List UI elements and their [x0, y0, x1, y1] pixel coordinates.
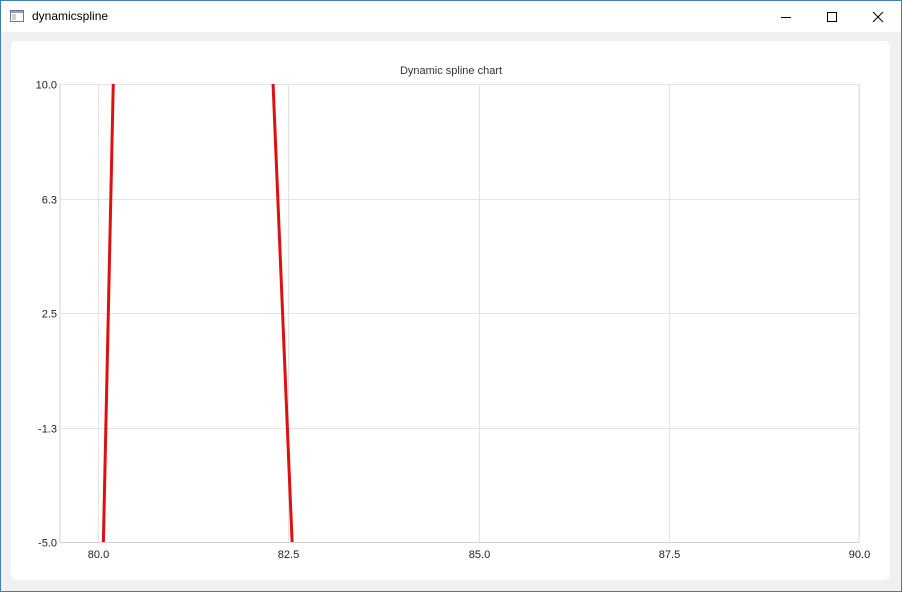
close-button[interactable]	[855, 1, 901, 32]
window-title: dynamicspline	[32, 9, 109, 23]
app-window-icon	[10, 10, 24, 22]
title-bar[interactable]: dynamicspline	[1, 1, 901, 32]
y-tick-label: 6.3	[42, 195, 57, 207]
minimize-icon	[781, 16, 791, 18]
y-tick-label: -1.3	[38, 424, 57, 436]
y-axis-ticks: 10.0 6.3 2.5 -1.3 -5.0	[36, 80, 57, 550]
x-axis-ticks: 80.0 82.5 85.0 87.5 90.0	[88, 549, 870, 561]
app-window: dynamicspline Dynamic spline chart 80.0 8…	[0, 0, 902, 592]
chart-title: Dynamic spline chart	[400, 65, 502, 77]
x-tick-label: 80.0	[88, 549, 109, 561]
maximize-button[interactable]	[809, 1, 855, 32]
x-tick-label: 85.0	[469, 549, 490, 561]
grid-layer	[59, 84, 860, 543]
chart-panel: Dynamic spline chart 80.0 82.5 85.0 87.5 90.…	[11, 41, 890, 580]
minimize-button[interactable]	[763, 1, 809, 32]
y-tick-label: 10.0	[36, 80, 57, 92]
close-icon	[872, 11, 884, 22]
maximize-icon	[827, 11, 837, 22]
x-tick-label: 90.0	[849, 549, 870, 561]
x-tick-label: 82.5	[278, 549, 299, 561]
x-tick-label: 87.5	[659, 549, 680, 561]
y-tick-label: 2.5	[42, 309, 57, 321]
spline-chart: Dynamic spline chart 80.0 82.5 85.0 87.5 90.…	[36, 65, 871, 561]
y-tick-label: -5.0	[38, 538, 57, 550]
